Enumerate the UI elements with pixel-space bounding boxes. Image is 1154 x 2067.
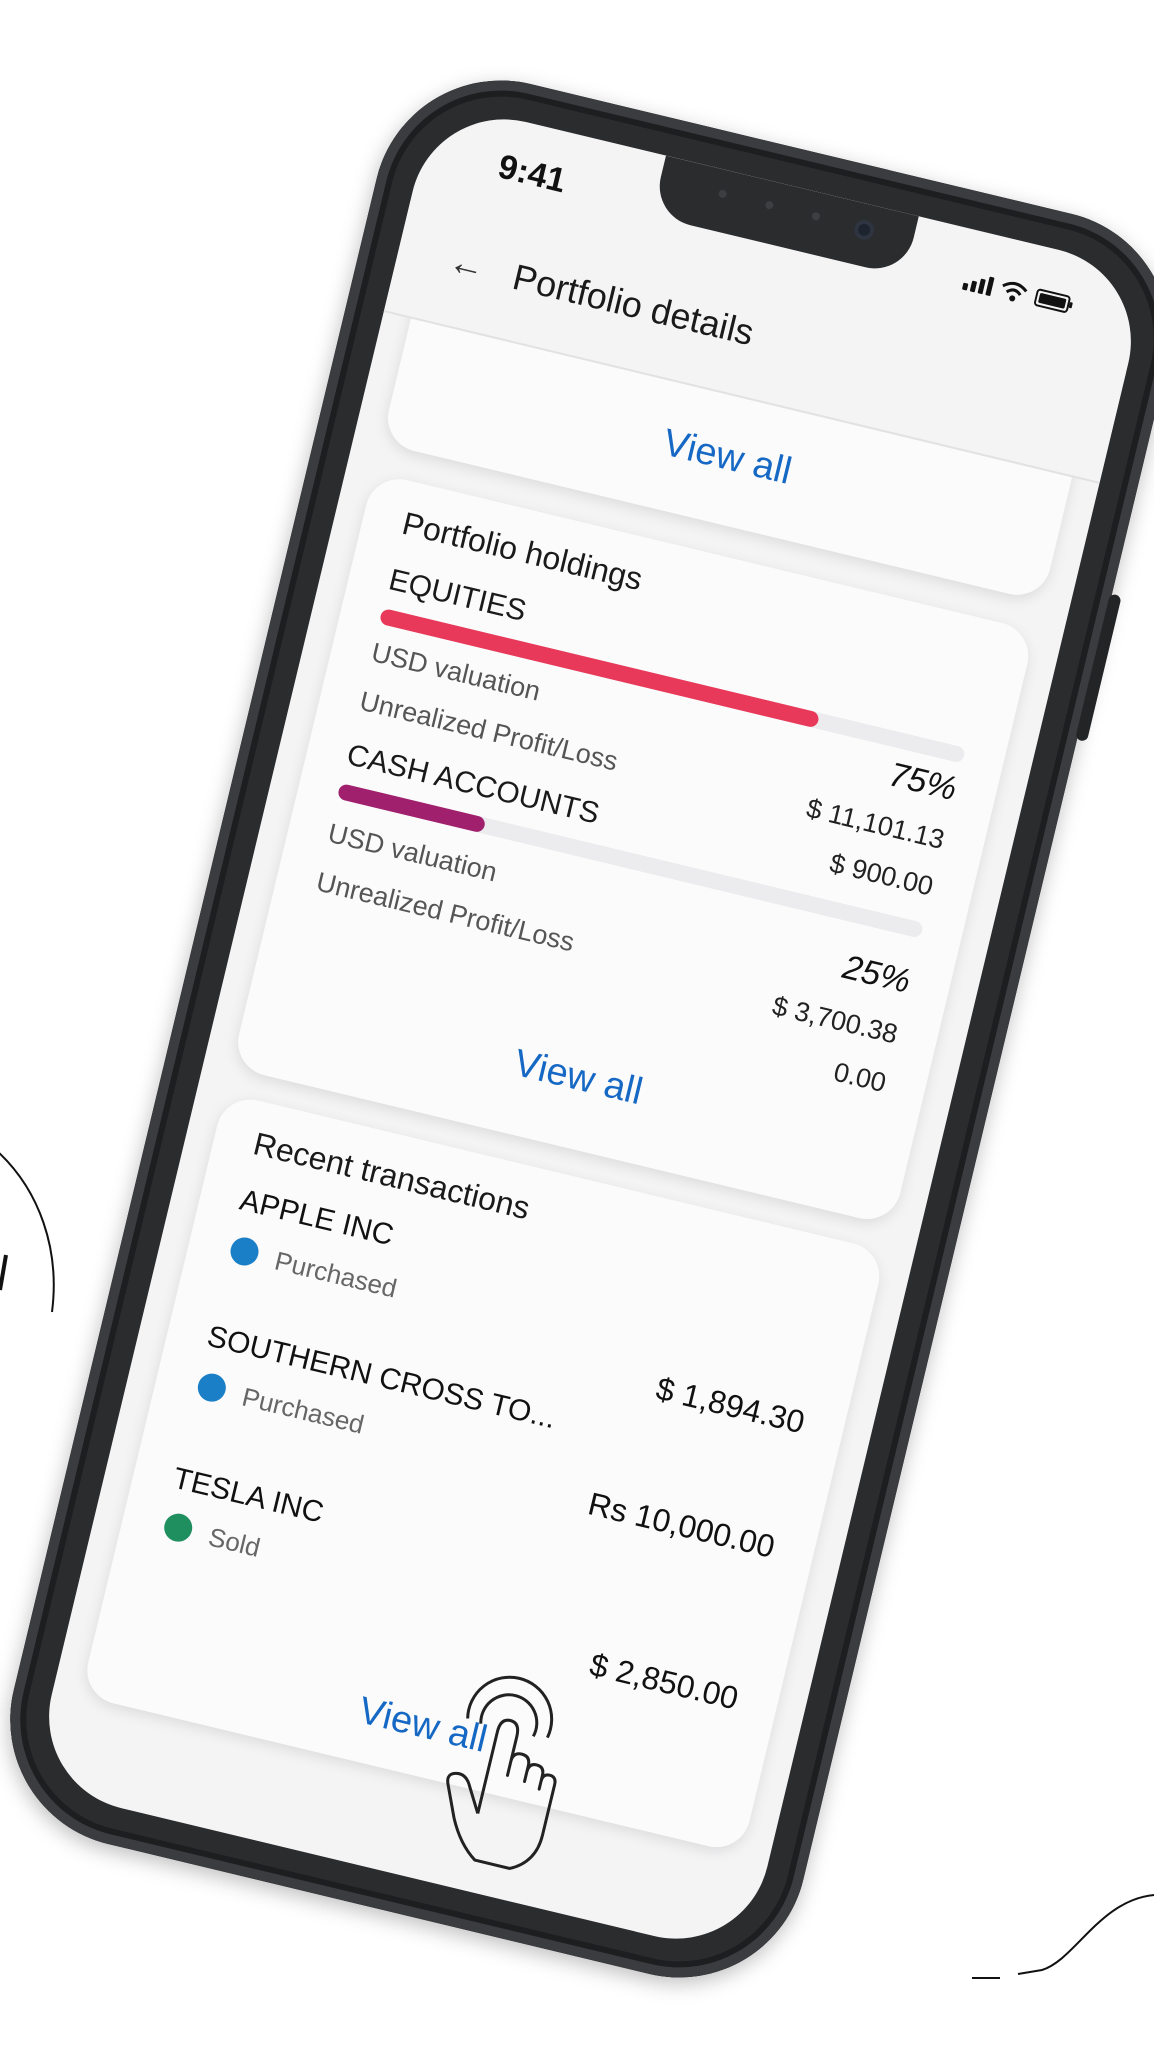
back-arrow-icon[interactable]: ←: [445, 240, 490, 288]
signal-icon: [961, 270, 995, 297]
status-dot: [227, 1234, 262, 1269]
holding-percent: 75%: [885, 755, 961, 809]
status-dot: [194, 1370, 229, 1405]
page-title: Portfolio details: [508, 255, 758, 354]
transaction-name[interactable]: SOUTHERN CROSS TO...: [204, 1320, 559, 1436]
transaction-amount: $ 1,894.30: [652, 1370, 809, 1441]
usd-valuation-value: $ 3,700.38: [769, 990, 901, 1050]
status-time: 9:41: [494, 147, 570, 201]
transaction-name[interactable]: TESLA INC: [170, 1462, 327, 1531]
battery-icon: [1033, 288, 1073, 313]
portfolio-holdings-card: Portfolio holdings EQUITIES 75% USD valu…: [231, 472, 1036, 1227]
transaction-amount: $ 2,850.00: [586, 1646, 742, 1717]
left-arc-decoration: [0, 1152, 55, 1313]
transaction-amount: Rs 10,000.00: [584, 1485, 779, 1565]
left-tick-decoration: [0, 1254, 8, 1291]
profit-loss-label: Unrealized Profit/Loss: [313, 866, 578, 958]
notch-sensor: [717, 189, 728, 199]
transaction-status: Sold: [205, 1521, 264, 1563]
notch-sensor: [811, 211, 821, 222]
transaction-status: Purchased: [271, 1245, 400, 1304]
notch-sensor: [764, 200, 775, 210]
wifi-icon: [1002, 281, 1028, 302]
front-camera: [852, 217, 877, 242]
stage: 9:41 ← Portfolio details View all Portfo…: [0, 0, 1154, 2067]
transaction-status: Purchased: [239, 1381, 368, 1440]
transaction-name[interactable]: APPLE INC: [236, 1184, 397, 1254]
notch: [651, 155, 919, 277]
bottom-right-curve-decoration: [972, 1894, 1154, 1979]
status-dot: [161, 1510, 196, 1545]
profit-loss-value: 0.00: [830, 1056, 889, 1099]
holding-percent: 25%: [839, 947, 915, 1001]
profit-loss-value: $ 900.00: [826, 847, 937, 902]
status-icons: [961, 269, 1077, 317]
